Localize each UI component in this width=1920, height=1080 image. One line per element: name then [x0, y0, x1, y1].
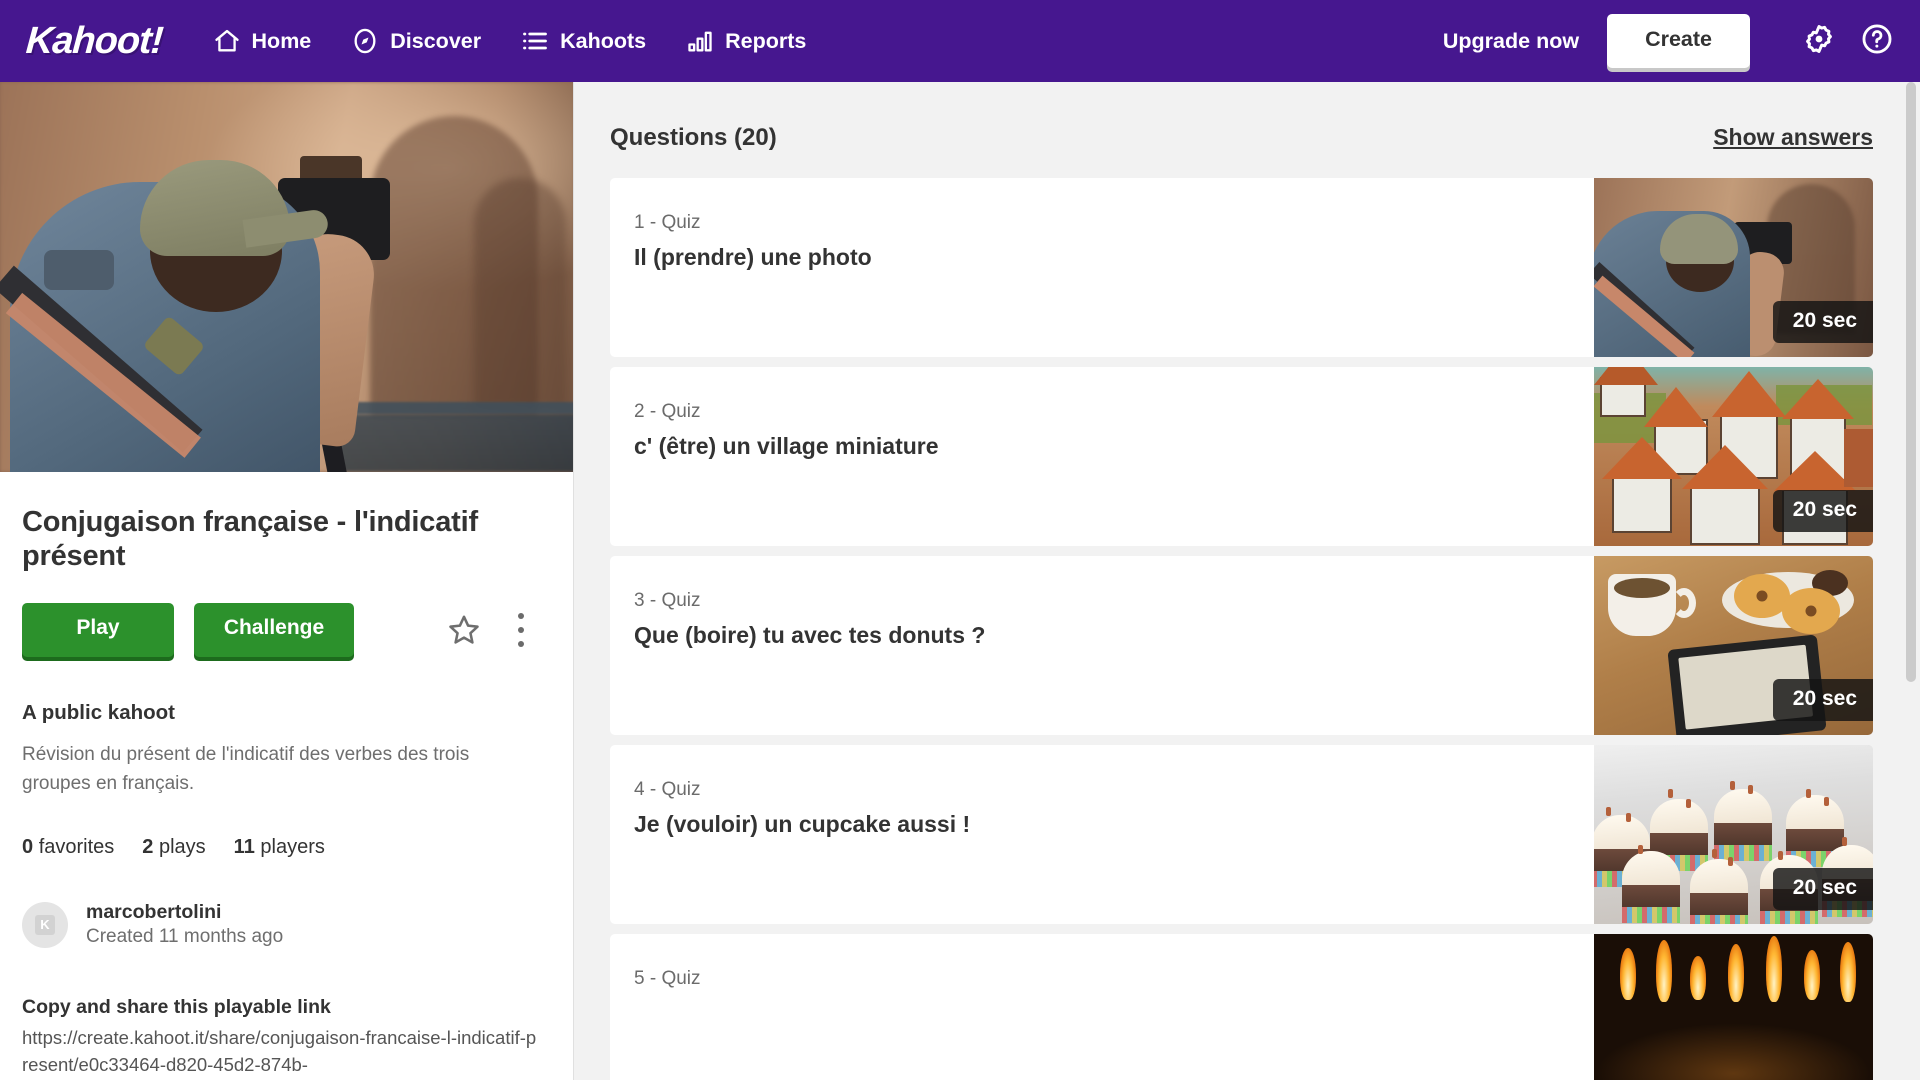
question-timer-badge: 20 sec [1772, 868, 1873, 910]
question-meta: 4 - Quiz [634, 779, 701, 800]
question-thumbnail: 20 sec [1594, 367, 1873, 546]
scrollbar-track[interactable] [1906, 82, 1918, 1080]
show-answers-link[interactable]: Show answers [1713, 124, 1873, 151]
share-link[interactable]: https://create.kahoot.it/share/conjugais… [22, 1025, 542, 1078]
stat-players-value: 11 [233, 836, 255, 859]
list-icon [521, 27, 549, 55]
question-card-text: 4 - Quiz Je (vouloir) un cupcake aussi ! [610, 745, 1594, 924]
challenge-button[interactable]: Challenge [194, 603, 354, 658]
kahoot-action-row: Play Challenge [22, 603, 551, 658]
nav-item-home-label: Home [251, 28, 312, 53]
gear-icon [1802, 22, 1836, 61]
stat-players: 11 players [234, 836, 325, 859]
question-card-text: 3 - Quiz Que (boire) tu avec tes donuts … [610, 556, 1594, 735]
stat-favorites: 0 favorites [22, 836, 114, 859]
question-meta: 1 - Quiz [634, 212, 701, 233]
share-block: Copy and share this playable link https:… [22, 996, 551, 1078]
stat-players-label: players [260, 836, 325, 859]
kebab-menu-icon[interactable] [516, 613, 526, 648]
question-timer-badge: 20 sec [1772, 490, 1873, 532]
settings-button[interactable] [1798, 20, 1840, 62]
author-created-date: Created 11 months ago [86, 926, 284, 948]
stat-favorites-label: favorites [38, 836, 115, 859]
question-thumbnail: 20 sec [1594, 556, 1873, 735]
nav-item-discover[interactable]: Discover [351, 0, 481, 82]
question-meta: 2 - Quiz [634, 401, 701, 422]
question-thumbnail: 20 sec [1594, 178, 1873, 357]
help-button[interactable] [1856, 20, 1898, 62]
question-thumbnail [1594, 934, 1873, 1080]
kahoot-detail-sidebar: Conjugaison française - l'indicatif prés… [0, 82, 574, 1080]
candles-image [1594, 934, 1873, 1080]
top-navigation-bar: Kahoot! Home Discover Kahoots Reports Up… [0, 0, 1920, 82]
nav-item-reports[interactable]: Reports [686, 0, 806, 82]
nav-item-kahoots-label: Kahoots [560, 28, 647, 53]
nav-right-group: Upgrade now Create [1443, 14, 1920, 68]
stat-plays-label: plays [158, 836, 206, 859]
question-meta: 5 - Quiz [634, 968, 701, 989]
question-timer-badge: 20 sec [1772, 679, 1873, 721]
scrollbar-thumb[interactable] [1906, 82, 1916, 682]
questions-list: 1 - Quiz Il (prendre) une photo 20 sec 2… [574, 178, 1920, 1080]
kahoot-description: Révision du présent de l'indicatif des v… [22, 744, 470, 794]
avatar-initial: K [35, 914, 55, 935]
kahoot-logo-text: Kahoot! [24, 19, 165, 62]
questions-count-heading: Questions (20) [610, 124, 777, 151]
question-card-text: 1 - Quiz Il (prendre) une photo [610, 178, 1594, 357]
stat-plays: 2 plays [142, 836, 205, 859]
star-icon[interactable] [446, 612, 482, 648]
questions-header: Questions (20) Show answers [574, 82, 1920, 152]
nav-item-kahoots[interactable]: Kahoots [521, 0, 646, 82]
question-card[interactable]: 3 - Quiz Que (boire) tu avec tes donuts … [610, 556, 1873, 735]
kahoot-stats: 0 favorites 2 plays 11 players [22, 836, 551, 859]
question-text: c' (être) un village miniature [634, 433, 939, 459]
bar-chart-icon [686, 27, 714, 55]
question-thumbnail: 20 sec [1594, 745, 1873, 924]
page-body: Conjugaison française - l'indicatif prés… [0, 82, 1920, 1080]
question-card[interactable]: 1 - Quiz Il (prendre) une photo 20 sec [610, 178, 1873, 357]
kahoot-logo[interactable]: Kahoot! [24, 19, 165, 63]
stat-plays-value: 2 [142, 836, 154, 859]
question-card[interactable]: 2 - Quiz c' (être) un village miniature [610, 367, 1873, 546]
kahoot-visibility-label: A public kahoot [22, 701, 175, 725]
question-text: Je (vouloir) un cupcake aussi ! [634, 811, 971, 837]
avatar: K [22, 901, 68, 948]
question-card[interactable]: 5 - Quiz [610, 934, 1873, 1080]
kahoot-cover-image [0, 82, 573, 472]
nav-item-discover-label: Discover [390, 28, 482, 53]
author-row[interactable]: K marcobertolini Created 11 months ago [22, 901, 551, 948]
question-timer-badge: 20 sec [1772, 301, 1873, 343]
author-name: marcobertolini [86, 901, 222, 924]
home-icon [213, 27, 241, 55]
question-card[interactable]: 4 - Quiz Je (vouloir) un cupcake aussi ! [610, 745, 1873, 924]
author-info: marcobertolini Created 11 months ago [86, 901, 283, 948]
create-button[interactable]: Create [1607, 14, 1750, 68]
question-text: Que (boire) tu avec tes donuts ? [634, 622, 986, 648]
share-title: Copy and share this playable link [22, 996, 331, 1019]
nav-item-home[interactable]: Home [213, 0, 312, 82]
question-circle-icon [1860, 22, 1894, 61]
question-meta: 3 - Quiz [634, 590, 701, 611]
compass-icon [351, 27, 379, 55]
question-text: Il (prendre) une photo [634, 244, 872, 270]
questions-panel: Questions (20) Show answers 1 - Quiz Il … [574, 82, 1920, 1080]
nav-item-reports-label: Reports [725, 28, 807, 53]
upgrade-now-button[interactable]: Upgrade now [1443, 29, 1579, 54]
play-button[interactable]: Play [22, 603, 174, 658]
stat-favorites-value: 0 [22, 836, 34, 859]
page-title: Conjugaison française - l'indicatif prés… [22, 506, 478, 573]
question-card-text: 5 - Quiz [610, 934, 1594, 1080]
question-card-text: 2 - Quiz c' (être) un village miniature [610, 367, 1594, 546]
